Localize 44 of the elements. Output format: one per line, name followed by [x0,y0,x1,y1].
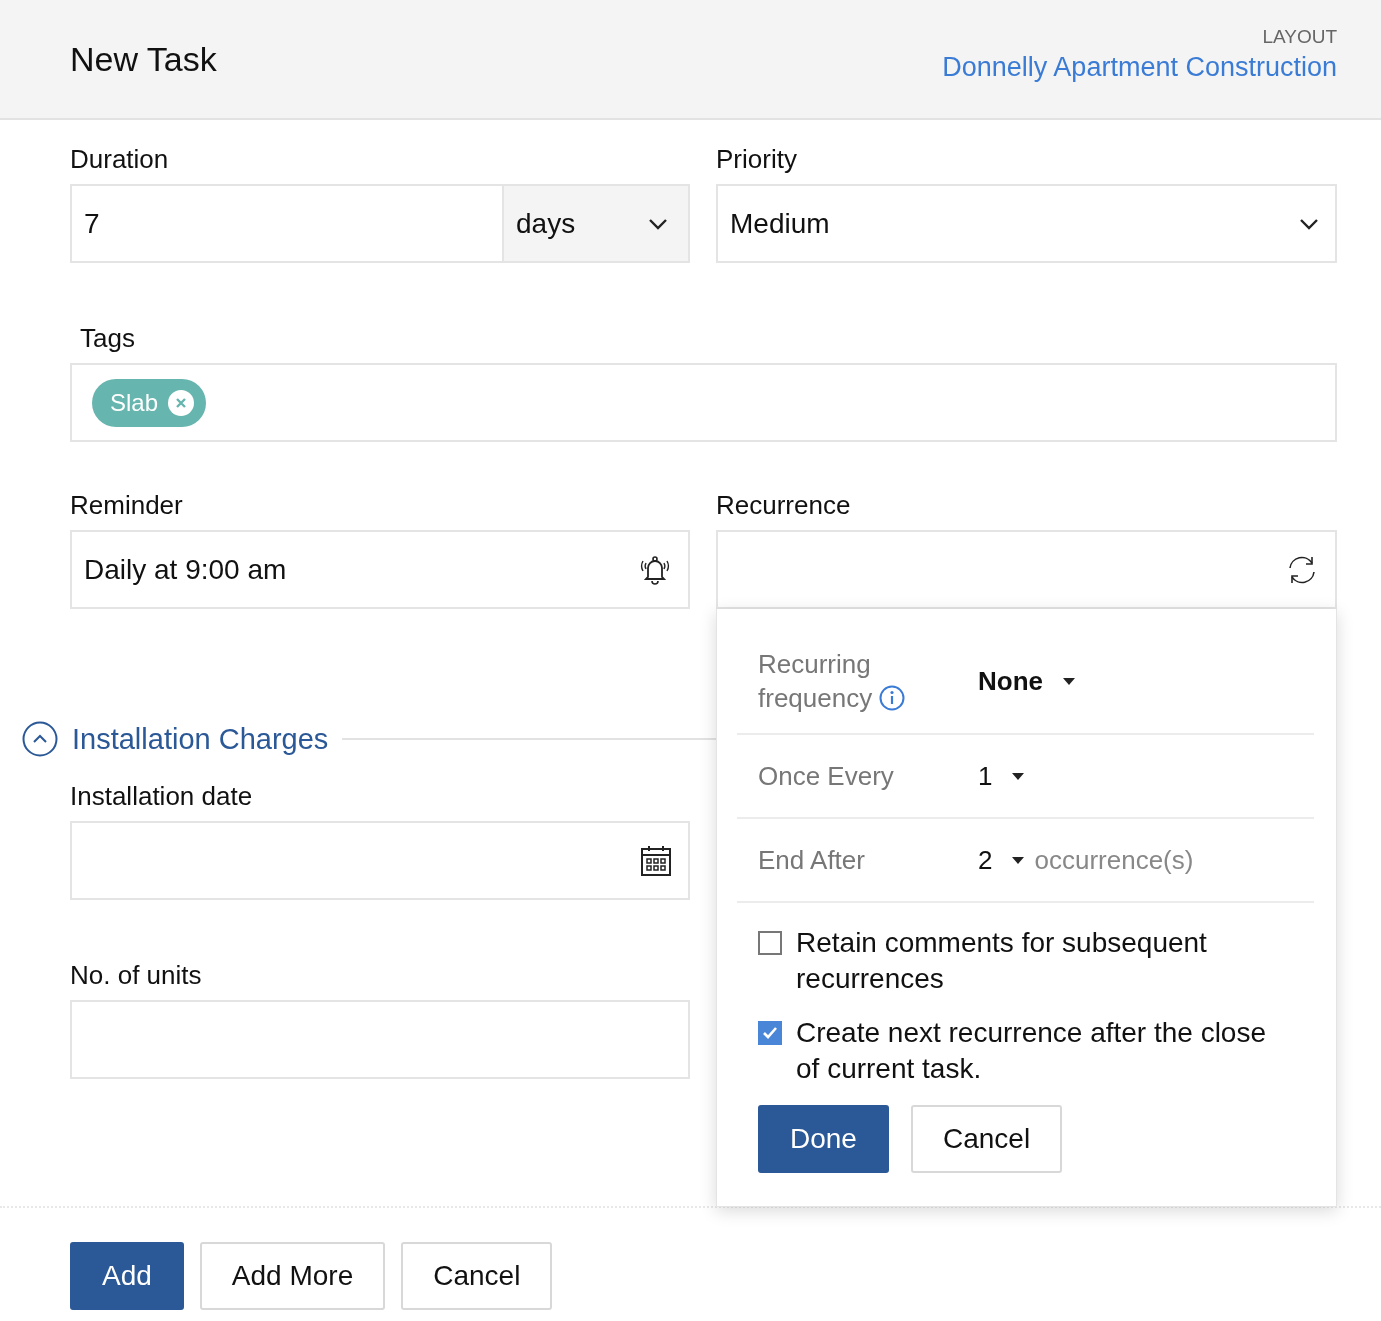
layout-link[interactable]: Donnelly Apartment Construction [942,51,1337,83]
checkbox-label: Retain comments for subsequent recurrences [796,926,1208,996]
caret-icon [1063,677,1075,685]
caret-icon [1012,772,1025,780]
recurrence-field[interactable] [716,530,1337,609]
value-dropdown[interactable]: None [978,665,1075,697]
option-label: End After [758,844,866,877]
collapse-icon[interactable] [22,721,58,757]
field-label: Reminder [70,490,184,520]
input-field[interactable] [70,821,690,900]
section-title: Installation Charges [72,722,329,756]
secondary-button[interactable]: Cancel [401,1242,553,1310]
unit-label: occurrence(s) [1034,844,1194,876]
priority-dropdown[interactable]: Medium [716,184,1337,263]
tag-chip: Slab [92,378,207,427]
checkbox-label: Create next recurrence after the close of current task. [796,1016,1267,1086]
duration-input[interactable]: 7 [70,184,502,263]
primary-button[interactable]: Add [70,1242,184,1310]
caret-icon [1012,856,1025,864]
secondary-button[interactable]: Add More [199,1242,386,1310]
value-dropdown[interactable]: 2 [978,844,1025,876]
unit-dropdown[interactable]: days [502,184,690,263]
field-label: Recurrence [716,490,852,520]
primary-button[interactable]: Done [758,1105,889,1173]
checkbox[interactable] [758,1021,782,1045]
close-icon[interactable] [168,389,195,416]
chevron-down-icon [1299,217,1319,230]
secondary-button[interactable]: Cancel [910,1105,1063,1173]
field-label: Duration [70,144,170,174]
field-label: Installation date [70,781,254,811]
calendar-icon [640,844,672,877]
input-field[interactable] [70,1000,690,1079]
layout-label: LAYOUT [1262,25,1337,48]
info-icon[interactable] [879,685,906,711]
field-label: Tags [79,323,136,353]
option-label: Recurring frequency [758,647,978,715]
field-label: No. of units [70,960,203,990]
chevron-down-icon [648,217,668,230]
option-label: Once Every [758,760,895,793]
field-label: Priority [716,144,798,174]
reminder-field[interactable]: Daily at 9:00 am [70,530,690,609]
checkbox[interactable] [758,931,782,955]
page-title: New Task [70,39,217,79]
value-dropdown[interactable]: 1 [978,760,1025,792]
